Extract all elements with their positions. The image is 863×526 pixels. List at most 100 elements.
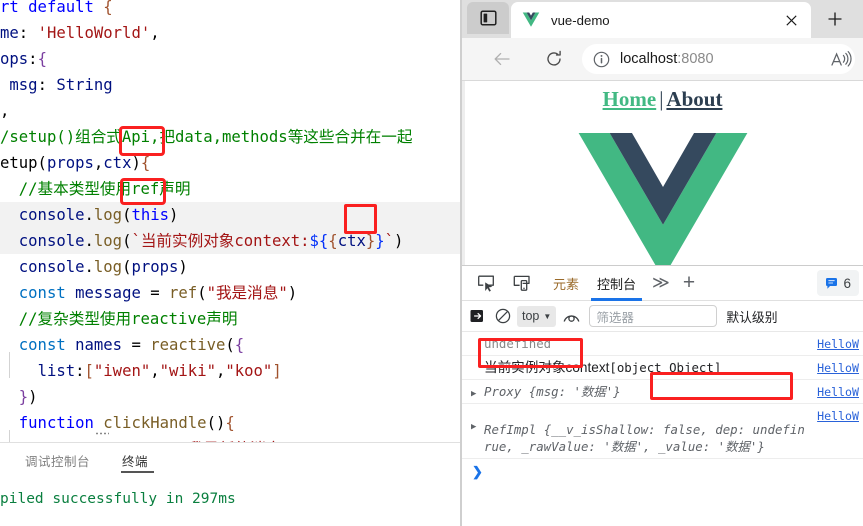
console-filter-bar: top ▼ 筛选器 默认级别 bbox=[462, 301, 863, 332]
console-object-name: Proxy bbox=[484, 384, 522, 399]
devtools-add-tab-button[interactable]: + bbox=[677, 271, 701, 295]
nav-link-about[interactable]: About bbox=[666, 87, 722, 111]
reload-icon bbox=[547, 50, 561, 66]
url-port: :8080 bbox=[677, 51, 714, 67]
edge-browser-window: vue-demo localhost:8080 Home | About 元素 … bbox=[462, 0, 863, 526]
terminal-output-line: piled successfully in 297ms bbox=[0, 491, 236, 507]
code-line: console.log(props) bbox=[18, 258, 188, 276]
code-line: //复杂类型使用reactive声明 bbox=[18, 310, 238, 328]
vue-favicon-icon bbox=[522, 11, 540, 29]
expand-arrow-icon[interactable]: ▶ bbox=[471, 386, 476, 403]
devtools-tab-console[interactable]: 控制台 bbox=[588, 266, 645, 301]
live-expression-button[interactable] bbox=[559, 301, 583, 331]
console-row[interactable]: 当前实例对象context[object Object] HelloW bbox=[462, 356, 863, 380]
clear-console-button[interactable] bbox=[465, 301, 491, 331]
device-toolbar-icon bbox=[513, 275, 530, 291]
browser-tab-strip: vue-demo bbox=[462, 0, 863, 38]
console-context-value: top bbox=[522, 309, 540, 323]
read-aloud-icon[interactable] bbox=[827, 50, 855, 69]
code-line: msg: String bbox=[9, 76, 113, 94]
console-row[interactable]: ▶ Proxy {msg: '数据'} HelloW bbox=[462, 380, 863, 404]
devtools-message-badge[interactable]: 6 bbox=[817, 270, 859, 296]
code-line: const message = ref("我是消息") bbox=[18, 284, 298, 302]
message-icon bbox=[826, 277, 838, 289]
indent-guide bbox=[9, 352, 10, 378]
address-bar[interactable]: localhost:8080 bbox=[582, 44, 855, 74]
expand-arrow-icon[interactable]: ▶ bbox=[471, 419, 476, 436]
code-line: const names = reactive({ bbox=[18, 336, 245, 354]
console-message-text: 当前实例对象context bbox=[484, 360, 610, 375]
console-object-name: RefImpl bbox=[484, 422, 537, 437]
code-line: }) bbox=[18, 388, 38, 406]
sidebar-icon bbox=[479, 10, 497, 26]
vue-logo bbox=[578, 133, 747, 265]
console-message: undefined bbox=[484, 336, 552, 351]
console-object-preview-line1: {__v_isShallow: false, dep: undefin bbox=[543, 422, 805, 437]
console-prompt[interactable]: ❯ bbox=[462, 459, 863, 485]
console-row[interactable]: ▶ HelloW RefImpl {__v_isShallow: false, … bbox=[462, 404, 863, 459]
indent-guide bbox=[9, 430, 10, 442]
console-message-value: [object Object] bbox=[609, 360, 722, 375]
console-object-preview: {msg: '数据'} bbox=[528, 384, 621, 399]
console-output[interactable]: undefined HelloW 当前实例对象context[object Ob… bbox=[462, 332, 863, 526]
devtools-message-count: 6 bbox=[843, 275, 851, 291]
panel-tab-list: 调试控制台 终端 bbox=[0, 443, 461, 479]
console-row[interactable]: undefined HelloW bbox=[462, 332, 863, 356]
console-context-selector[interactable]: top ▼ bbox=[517, 305, 557, 327]
code-line: console.log(`当前实例对象context:${{ctx}}`) bbox=[0, 228, 461, 254]
console-level-selector[interactable]: 默认级别 bbox=[726, 307, 863, 326]
suggestion-underline bbox=[95, 432, 109, 435]
plus-icon bbox=[828, 12, 842, 26]
code-line: console.log(this) bbox=[0, 202, 461, 228]
code-line: list:["iwen","wiki","koo"] bbox=[37, 362, 282, 380]
vscode-window: rt default { me: 'HelloWorld', ops:{ msg… bbox=[0, 0, 461, 526]
browser-tab[interactable]: vue-demo bbox=[511, 2, 811, 38]
console-source-link[interactable]: HelloW bbox=[817, 336, 859, 353]
panel-tab-active-indicator bbox=[121, 471, 154, 473]
code-line: function clickHandle(){ bbox=[18, 414, 235, 432]
url-host: localhost bbox=[620, 51, 678, 67]
inspect-element-button[interactable] bbox=[471, 268, 501, 298]
panel-tab-terminal[interactable]: 终端 bbox=[122, 451, 148, 470]
site-info-icon[interactable] bbox=[590, 48, 612, 70]
arrow-left-icon bbox=[494, 52, 510, 66]
code-editor[interactable]: rt default { me: 'HelloWorld', ops:{ msg… bbox=[0, 0, 461, 442]
devtools-panel: 元素 控制台 ≫ + 6 top ▼ 筛选器 默认级别 undefined He… bbox=[462, 265, 863, 526]
clear-console-icon bbox=[470, 310, 483, 322]
console-source-link[interactable]: HelloW bbox=[817, 384, 859, 401]
devtools-tab-elements[interactable]: 元素 bbox=[544, 266, 588, 301]
console-object-preview-line2: rue, _rawValue: '数据', _value: '数据'} bbox=[484, 439, 765, 454]
chevron-down-icon: ▼ bbox=[543, 311, 552, 321]
nav-separator: | bbox=[659, 87, 664, 111]
console-source-link[interactable]: HelloW bbox=[817, 360, 859, 377]
terminal-output-area[interactable]: piled successfully in 297ms bbox=[0, 479, 461, 526]
code-line: etup(props,ctx){ bbox=[0, 154, 151, 172]
block-requests-button[interactable] bbox=[491, 301, 515, 331]
nav-link-home[interactable]: Home bbox=[603, 87, 657, 111]
sidebar-toggle-button[interactable] bbox=[467, 2, 509, 34]
devtools-tab-bar: 元素 控制台 ≫ + 6 bbox=[462, 266, 863, 301]
console-prompt-chevron: ❯ bbox=[472, 464, 483, 479]
devtools-more-tabs-button[interactable]: ≫ bbox=[645, 273, 677, 293]
reload-button[interactable] bbox=[538, 43, 570, 75]
page-viewport[interactable]: Home | About bbox=[462, 80, 863, 265]
address-bar-url: localhost:8080 bbox=[620, 51, 827, 67]
code-line: me: 'HelloWorld', bbox=[0, 24, 160, 42]
code-token: rt bbox=[0, 0, 19, 16]
inspect-element-icon bbox=[478, 275, 494, 292]
device-toolbar-button[interactable] bbox=[507, 268, 537, 298]
back-button[interactable] bbox=[486, 43, 518, 75]
code-line: ops:{ bbox=[0, 50, 47, 68]
code-line: //基本类型使用ref声明 bbox=[18, 180, 191, 198]
page-navigation: Home | About bbox=[462, 87, 863, 112]
close-tab-icon[interactable] bbox=[779, 8, 803, 32]
console-filter-input[interactable]: 筛选器 bbox=[589, 305, 718, 327]
console-source-link[interactable]: HelloW bbox=[817, 408, 859, 425]
new-tab-button[interactable] bbox=[818, 3, 852, 35]
no-entry-icon bbox=[495, 308, 511, 324]
code-line: , bbox=[0, 102, 10, 120]
browser-tab-title: vue-demo bbox=[551, 12, 610, 28]
panel-tab-debug-console[interactable]: 调试控制台 bbox=[25, 451, 90, 470]
screen-root: rt default { me: 'HelloWorld', ops:{ msg… bbox=[0, 0, 863, 526]
live-expression-icon bbox=[563, 314, 580, 322]
